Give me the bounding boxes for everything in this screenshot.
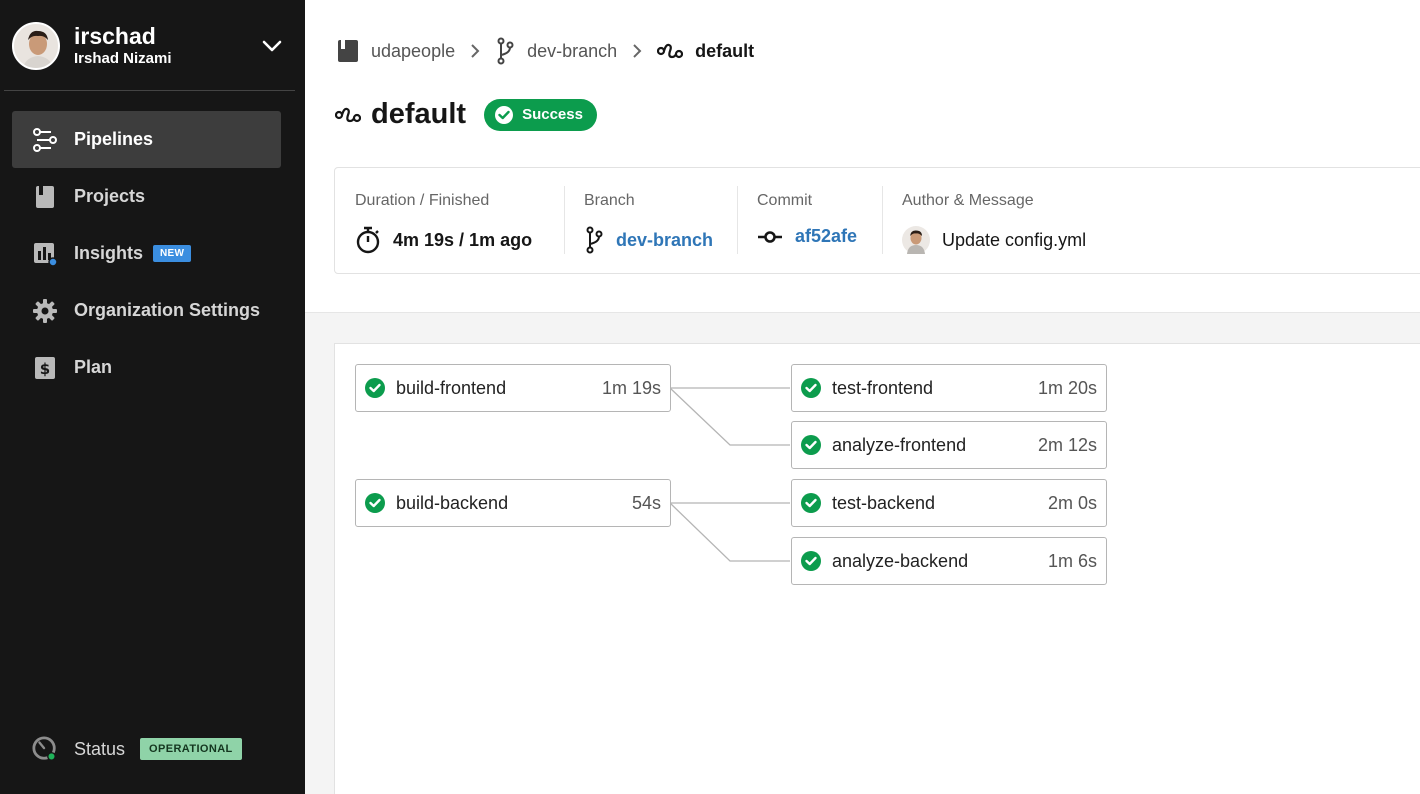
- commit-message: Update config.yml: [942, 229, 1087, 250]
- branch-icon: [584, 226, 604, 254]
- chevron-down-icon[interactable]: [260, 34, 284, 58]
- workflow-icon: [335, 104, 361, 126]
- success-check-icon: [365, 378, 385, 398]
- pipelines-icon: [32, 127, 58, 153]
- job-analyze-frontend[interactable]: analyze-frontend 2m 12s: [791, 421, 1107, 469]
- commit-link[interactable]: af52afe: [795, 226, 857, 247]
- branch-value-row: dev-branch: [584, 226, 713, 254]
- status-gauge-icon: [32, 736, 58, 762]
- sidebar-item-organization-settings[interactable]: Organization Settings: [12, 282, 281, 339]
- job-duration: 2m 0s: [1047, 492, 1097, 513]
- sidebar-item-plan[interactable]: $ Plan: [12, 339, 281, 396]
- job-name: build-backend: [396, 492, 509, 513]
- job-name: build-frontend: [396, 377, 507, 398]
- breadcrumb-project-label: udapeople: [371, 40, 456, 61]
- workflow-graph: build-frontend 1m 19s test-frontend 1m 2…: [334, 343, 1420, 794]
- job-duration: 1m 19s: [601, 377, 661, 398]
- insights-icon: [32, 241, 58, 267]
- sidebar-item-label: Organization Settings: [74, 300, 261, 320]
- sidebar: irschad Irshad Nizami Pipelines Projects: [0, 0, 305, 794]
- status-link[interactable]: Status OPERATIONAL: [32, 736, 242, 762]
- check-circle-icon: [494, 105, 514, 125]
- column-divider: [882, 186, 883, 254]
- breadcrumb-project[interactable]: udapeople: [337, 39, 455, 63]
- success-check-icon: [365, 493, 385, 513]
- commit-value-row: af52afe: [757, 226, 857, 247]
- job-build-frontend[interactable]: build-frontend 1m 19s: [355, 364, 671, 412]
- duration-label: Duration / Finished: [355, 192, 490, 209]
- dollar-icon: $: [32, 355, 58, 381]
- job-duration: 1m 20s: [1037, 377, 1097, 398]
- job-duration: 54s: [631, 492, 661, 513]
- page-title: default: [371, 98, 467, 130]
- avatar: [12, 22, 60, 70]
- branch-icon: [495, 37, 515, 65]
- author-value-row: Update config.yml: [902, 226, 1086, 254]
- job-name: test-frontend: [832, 377, 934, 398]
- job-test-backend[interactable]: test-backend 2m 0s: [791, 479, 1107, 527]
- main-content: udapeople dev-branch default default Suc…: [305, 0, 1420, 794]
- success-check-icon: [801, 493, 821, 513]
- commit-label: Commit: [757, 192, 813, 209]
- sidebar-item-label: Insights: [74, 243, 144, 263]
- sidebar-item-projects[interactable]: Projects: [12, 168, 281, 225]
- column-divider: [737, 186, 738, 254]
- workflow-icon: [657, 41, 684, 61]
- sidebar-item-insights[interactable]: Insights NEW: [12, 225, 281, 282]
- author-label: Author & Message: [902, 192, 1034, 209]
- operational-badge: OPERATIONAL: [140, 738, 242, 760]
- success-check-icon: [801, 435, 821, 455]
- job-build-backend[interactable]: build-backend 54s: [355, 479, 671, 527]
- duration-value: 4m 19s / 1m ago: [393, 229, 533, 250]
- chevron-right-icon: [469, 44, 481, 58]
- breadcrumb-workflow: default: [657, 41, 754, 62]
- user-menu[interactable]: irschad Irshad Nizami: [12, 20, 292, 72]
- breadcrumb: udapeople dev-branch default: [337, 36, 754, 66]
- job-duration: 1m 6s: [1047, 550, 1097, 571]
- workflow-header: default Success: [335, 98, 597, 131]
- workflow-graph-area: build-frontend 1m 19s test-frontend 1m 2…: [305, 312, 1420, 794]
- sidebar-item-pipelines[interactable]: Pipelines: [12, 111, 281, 168]
- column-divider: [564, 186, 565, 254]
- status-label: Status: [74, 738, 126, 759]
- user-handle: irschad: [74, 23, 156, 49]
- sidebar-divider: [4, 90, 295, 91]
- success-check-icon: [801, 378, 821, 398]
- job-name: analyze-frontend: [832, 434, 967, 455]
- stopwatch-icon: [355, 226, 381, 254]
- book-icon: [337, 39, 359, 63]
- job-name: test-backend: [832, 492, 936, 513]
- job-name: analyze-backend: [832, 550, 969, 571]
- success-check-icon: [801, 551, 821, 571]
- status-badge-label: Success: [522, 106, 583, 123]
- job-test-frontend[interactable]: test-frontend 1m 20s: [791, 364, 1107, 412]
- sidebar-item-label: Plan: [74, 357, 113, 377]
- breadcrumb-workflow-label: default: [695, 40, 755, 61]
- job-duration: 2m 12s: [1037, 434, 1097, 455]
- branch-label: Branch: [584, 192, 635, 209]
- job-analyze-backend[interactable]: analyze-backend 1m 6s: [791, 537, 1107, 585]
- duration-value-row: 4m 19s / 1m ago: [355, 226, 532, 254]
- new-badge: NEW: [153, 245, 192, 262]
- user-full-name: Irshad Nizami: [74, 50, 172, 67]
- author-avatar: [902, 226, 930, 254]
- commit-icon: [757, 230, 783, 244]
- book-icon: [32, 184, 58, 210]
- status-badge: Success: [484, 98, 597, 131]
- gear-icon: [32, 298, 58, 324]
- sidebar-item-label: Pipelines: [74, 129, 154, 149]
- sidebar-nav: Pipelines Projects Insights NEW Organiza…: [12, 111, 281, 396]
- breadcrumb-branch[interactable]: dev-branch: [495, 37, 617, 65]
- svg-text:$: $: [40, 360, 50, 378]
- chevron-right-icon: [631, 44, 643, 58]
- sidebar-item-label: Projects: [74, 186, 146, 206]
- branch-link[interactable]: dev-branch: [616, 230, 713, 251]
- workflow-details-card: Duration / Finished 4m 19s / 1m ago Bran…: [334, 167, 1420, 274]
- breadcrumb-branch-label: dev-branch: [527, 40, 618, 61]
